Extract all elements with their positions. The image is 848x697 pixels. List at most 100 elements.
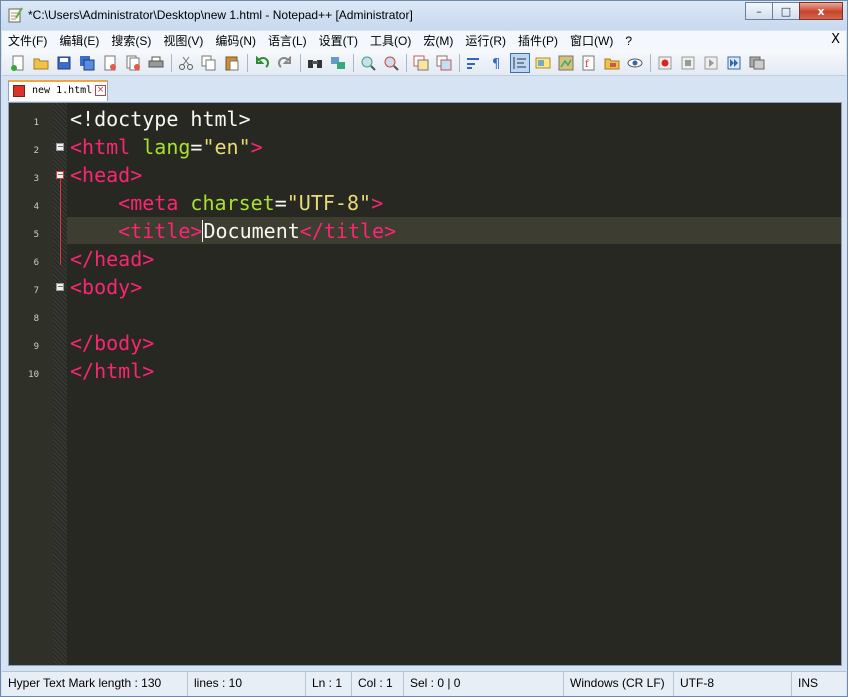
stop-record-icon[interactable] — [678, 53, 698, 73]
line-number: 8 — [33, 314, 39, 324]
redo-icon[interactable] — [275, 53, 295, 73]
menu-edit[interactable]: 编辑(E) — [53, 32, 105, 49]
tag-token: <body> — [70, 275, 143, 299]
status-eol-format[interactable]: Windows (CR LF) — [564, 672, 674, 696]
status-lines: lines : 10 — [188, 672, 306, 696]
code-editor[interactable]: 1 2 3 4 5 6 7 8 9 10 − − − <!doctype htm… — [8, 102, 842, 666]
string-token: "UTF-8" — [286, 191, 372, 215]
close-document-button[interactable]: X — [831, 32, 840, 47]
zoom-out-icon[interactable] — [381, 53, 401, 73]
toolbar-separator — [353, 53, 354, 72]
doc-map-icon[interactable] — [556, 53, 576, 73]
line-number: 1 — [33, 118, 39, 128]
line-number: 6 — [33, 258, 39, 268]
sync-vertical-icon[interactable] — [411, 53, 431, 73]
code-line-3: <head> — [70, 161, 142, 189]
play-macro-icon[interactable] — [701, 53, 721, 73]
menu-plugins[interactable]: 插件(P) — [512, 32, 564, 49]
run-multiple-icon[interactable] — [724, 53, 744, 73]
monitoring-icon[interactable] — [625, 53, 645, 73]
toolbar-separator — [650, 53, 651, 72]
maximize-button[interactable]: □ — [772, 2, 800, 20]
window-title: *C:\Users\Administrator\Desktop\new 1.ht… — [28, 8, 413, 22]
print-icon[interactable] — [146, 53, 166, 73]
find-icon[interactable] — [305, 53, 325, 73]
status-insert-mode[interactable]: INS — [792, 672, 846, 696]
code-line-6: </head> — [70, 245, 154, 273]
word-wrap-icon[interactable] — [464, 53, 484, 73]
status-column: Col : 1 — [352, 672, 404, 696]
tag-token: <html — [70, 135, 143, 159]
menu-encoding[interactable]: 编码(N) — [209, 32, 262, 49]
line-number: 2 — [33, 146, 39, 156]
tag-token: <head> — [70, 163, 143, 187]
attribute-token: charset — [190, 191, 275, 215]
line-number: 7 — [33, 286, 39, 296]
replace-icon[interactable] — [328, 53, 348, 73]
title-bar[interactable]: *C:\Users\Administrator\Desktop\new 1.ht… — [1, 1, 847, 30]
equals-token: = — [274, 191, 287, 215]
toolbar-separator — [171, 53, 172, 72]
sync-horizontal-icon[interactable] — [434, 53, 454, 73]
tag-token: > — [371, 191, 384, 215]
status-encoding[interactable]: UTF-8 — [674, 672, 792, 696]
tag-token: <title> — [118, 219, 203, 243]
menu-file[interactable]: 文件(F) — [2, 32, 53, 49]
record-macro-icon[interactable] — [655, 53, 675, 73]
line-number-gutter: 1 2 3 4 5 6 7 8 9 10 — [9, 103, 53, 665]
new-file-icon[interactable] — [8, 53, 28, 73]
tab-close-icon[interactable]: × — [95, 85, 106, 96]
open-file-icon[interactable] — [31, 53, 51, 73]
code-line-2: <html lang="en"> — [70, 133, 263, 161]
menu-help[interactable]: ? — [619, 34, 638, 48]
menu-run[interactable]: 运行(R) — [459, 32, 512, 49]
close-icon[interactable] — [100, 53, 120, 73]
toolbar-separator — [300, 53, 301, 72]
attribute-token: lang — [142, 135, 191, 159]
string-token: "en" — [202, 135, 251, 159]
close-all-icon[interactable] — [123, 53, 143, 73]
menu-search[interactable]: 搜索(S) — [105, 32, 157, 49]
close-window-button[interactable]: x — [799, 2, 843, 20]
line-number: 3 — [33, 174, 39, 184]
function-list-icon[interactable]: f — [579, 53, 599, 73]
menu-macro[interactable]: 宏(M) — [417, 32, 459, 49]
tab-label: new 1.html — [32, 85, 93, 96]
line-number: 5 — [33, 230, 39, 240]
cut-icon[interactable] — [176, 53, 196, 73]
status-selection: Sel : 0 | 0 — [404, 672, 564, 696]
folder-workspace-icon[interactable] — [602, 53, 622, 73]
toolbar: ¶ f — [2, 50, 846, 76]
line-number: 10 — [28, 370, 39, 380]
document-tab-bar: new 1.html × — [2, 77, 846, 101]
menu-tools[interactable]: 工具(O) — [364, 32, 417, 49]
fold-toggle-icon[interactable]: − — [56, 283, 64, 291]
tag-token: <meta — [118, 191, 191, 215]
toolbar-separator — [247, 53, 248, 72]
paste-icon[interactable] — [222, 53, 242, 73]
indent-guide-icon[interactable] — [510, 52, 530, 73]
user-defined-lang-icon[interactable] — [533, 53, 553, 73]
tag-token: </html> — [70, 359, 155, 383]
show-all-chars-icon[interactable]: ¶ — [487, 53, 507, 73]
unsaved-document-icon — [13, 85, 25, 97]
menu-window[interactable]: 窗口(W) — [564, 32, 619, 49]
minimize-button[interactable]: – — [745, 2, 773, 20]
undo-icon[interactable] — [252, 53, 272, 73]
fold-toggle-icon[interactable]: − — [56, 143, 64, 151]
fold-toggle-icon[interactable]: − — [56, 171, 64, 179]
tab-new-1-html[interactable]: new 1.html × — [8, 80, 108, 101]
tag-token: </head> — [70, 247, 155, 271]
status-doc-info: Hyper Text Mark length : 130 — [2, 672, 188, 696]
save-all-icon[interactable] — [77, 53, 97, 73]
fold-range-line — [60, 179, 61, 265]
copy-icon[interactable] — [199, 53, 219, 73]
menu-settings[interactable]: 设置(T) — [313, 32, 364, 49]
save-icon[interactable] — [54, 53, 74, 73]
zoom-in-icon[interactable] — [358, 53, 378, 73]
menu-view[interactable]: 视图(V) — [157, 32, 209, 49]
menu-language[interactable]: 语言(L) — [262, 32, 313, 49]
save-macro-icon[interactable] — [747, 53, 767, 73]
line-number: 4 — [33, 202, 39, 212]
